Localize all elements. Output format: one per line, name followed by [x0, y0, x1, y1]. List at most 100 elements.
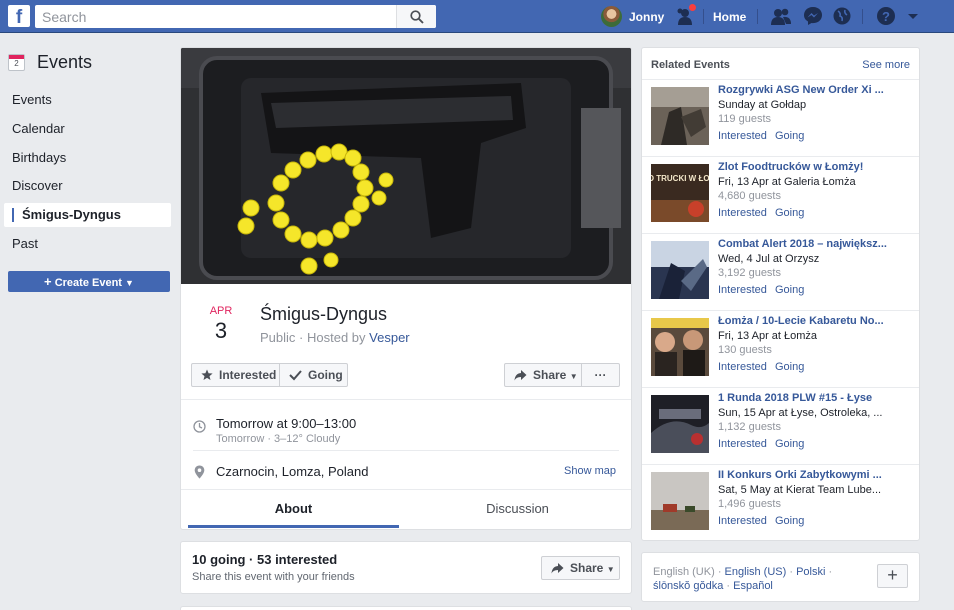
related-event[interactable]: Łomża / 10-Lecie Kabaretu No... Fri, 13 …	[642, 310, 919, 387]
related-event-when: Fri, 13 Apr at Galeria Łomża	[718, 176, 856, 188]
language-selector-card: English (UK) · English (US) · Polski · ś…	[641, 552, 920, 602]
event-thumbnail[interactable]: FOOD TRUCKI W ŁOMŻY!	[651, 164, 709, 222]
related-event[interactable]: Rozgrywki ASG New Order Xi ... Sunday at…	[642, 79, 919, 156]
language-link[interactable]: ślōnskŏ gŏdka	[653, 580, 723, 592]
attendance-subtitle: Share this event with your friends	[192, 571, 355, 583]
attendance-card: 10 going · 53 interested Share this even…	[180, 541, 632, 594]
event-title: Śmigus-Dyngus	[260, 304, 388, 324]
sidebar-item-birthdays[interactable]: Birthdays	[4, 146, 171, 170]
home-link[interactable]: Home	[713, 10, 746, 24]
related-interested-link[interactable]: Interested	[718, 284, 767, 296]
related-event[interactable]: 1 Runda 2018 PLW #15 - Łyse Sun, 15 Apr …	[642, 387, 919, 464]
calendar-icon: 2	[8, 54, 25, 71]
related-event-guests: 3,192 guests	[718, 267, 781, 279]
related-event[interactable]: FOOD TRUCKI W ŁOMŻY! Zlot Foodtrucków w …	[642, 156, 919, 233]
interested-button[interactable]: Interested	[191, 363, 280, 387]
related-going-link[interactable]: Going	[775, 361, 804, 373]
related-interested-link[interactable]: Interested	[718, 130, 767, 142]
create-event-button[interactable]: + Create Event ▼	[8, 271, 170, 292]
sidebar-item-current-event[interactable]: Śmigus-Dyngus	[4, 203, 171, 228]
related-events-title: Related Events	[651, 59, 730, 71]
related-interested-link[interactable]: Interested	[718, 207, 767, 219]
sidebar-item-calendar[interactable]: Calendar	[4, 117, 171, 141]
search-box	[35, 5, 436, 28]
facebook-logo[interactable]: f	[8, 5, 30, 27]
caret-down-icon: ▼	[569, 372, 578, 381]
tab-discussion[interactable]: Discussion	[407, 490, 628, 528]
share-event-button[interactable]: Share ▼	[541, 556, 620, 580]
event-thumbnail[interactable]	[651, 318, 709, 376]
related-interested-link[interactable]: Interested	[718, 515, 767, 527]
search-button[interactable]	[396, 5, 436, 28]
help-icon[interactable]: ?	[876, 6, 898, 27]
related-event-when: Fri, 13 Apr at Łomża	[718, 330, 818, 342]
going-button[interactable]: Going	[279, 363, 348, 387]
sidebar-item-past[interactable]: Past	[4, 232, 171, 256]
event-thumbnail[interactable]	[651, 87, 709, 145]
related-event-name[interactable]: Zlot Foodtrucków w Łomży!	[718, 161, 898, 173]
event-thumbnail[interactable]	[651, 241, 709, 299]
related-event-name[interactable]: II Konkurs Orki Zabytkowymi ...	[718, 469, 898, 481]
related-going-link[interactable]: Going	[775, 438, 804, 450]
related-event[interactable]: II Konkurs Orki Zabytkowymi ... Sat, 5 M…	[642, 464, 919, 541]
related-interested-link[interactable]: Interested	[718, 361, 767, 373]
event-weather: Tomorrow · 3–12° Cloudy	[216, 433, 341, 445]
caret-down-icon: ▼	[606, 565, 615, 574]
svg-text:FOOD TRUCKI W ŁOMŻY!: FOOD TRUCKI W ŁOMŻY!	[651, 174, 709, 183]
related-event-name[interactable]: Rozgrywki ASG New Order Xi ...	[718, 84, 898, 96]
language-link[interactable]: Polski	[796, 566, 825, 578]
related-event-when: Sunday at Gołdap	[718, 99, 807, 111]
related-event[interactable]: Combat Alert 2018 – największ... Wed, 4 …	[642, 233, 919, 310]
related-event-guests: 4,680 guests	[718, 190, 781, 202]
sidebar-item-events[interactable]: Events	[4, 88, 171, 112]
more-icon: ···	[594, 368, 607, 382]
divider	[181, 399, 631, 400]
notifications-globe-icon[interactable]	[831, 6, 853, 27]
related-event-name[interactable]: Łomża / 10-Lecie Kabaretu No...	[718, 315, 898, 327]
related-going-link[interactable]: Going	[775, 130, 804, 142]
related-interested-link[interactable]: Interested	[718, 438, 767, 450]
sidebar-title: Events	[37, 52, 93, 72]
user-name: Jonny	[629, 10, 665, 24]
share-arrow-icon	[514, 370, 527, 381]
plus-icon: +	[44, 274, 52, 289]
more-options-button[interactable]: ···	[581, 363, 620, 387]
star-icon	[201, 369, 213, 380]
clock-icon	[193, 420, 206, 433]
divider	[193, 450, 619, 451]
host-link[interactable]: Vesper	[369, 330, 409, 345]
messenger-icon[interactable]	[802, 6, 824, 27]
language-link[interactable]: Español	[733, 580, 773, 592]
related-event-guests: 1,132 guests	[718, 421, 781, 433]
check-icon	[289, 370, 302, 381]
event-cover-photo	[181, 48, 631, 284]
sidebar-nav: Events Calendar Birthdays Discover Śmigu…	[4, 88, 171, 261]
friend-requests-icon[interactable]	[770, 6, 792, 27]
language-link[interactable]: English (US)	[725, 566, 787, 578]
related-going-link[interactable]: Going	[775, 284, 804, 296]
show-map-link[interactable]: Show map	[564, 465, 616, 477]
see-more-link[interactable]: See more	[862, 59, 910, 71]
related-going-link[interactable]: Going	[775, 207, 804, 219]
event-thumbnail[interactable]	[651, 472, 709, 530]
event-host-line: Public · Hosted by Vesper	[260, 330, 410, 345]
related-event-when: Sat, 5 May at Kierat Team Lube...	[718, 484, 882, 496]
account-menu-chevron-icon[interactable]	[905, 6, 927, 27]
related-going-link[interactable]: Going	[775, 515, 804, 527]
search-input[interactable]	[35, 5, 395, 28]
svg-text:?: ?	[882, 9, 890, 24]
tab-about[interactable]: About	[188, 490, 399, 528]
share-button[interactable]: Share ▼	[504, 363, 582, 387]
related-event-name[interactable]: 1 Runda 2018 PLW #15 - Łyse	[718, 392, 898, 404]
find-friends-icon[interactable]	[676, 3, 698, 27]
event-time: Tomorrow at 9:00–13:00	[216, 416, 357, 431]
caret-down-icon: ▼	[125, 278, 134, 288]
language-list: English (UK) · English (US) · Polski · ś…	[653, 566, 833, 592]
attendance-summary: 10 going · 53 interested	[192, 552, 338, 567]
notification-dot	[688, 3, 697, 12]
sidebar-item-discover[interactable]: Discover	[4, 174, 171, 198]
more-languages-button[interactable]: +	[877, 564, 908, 588]
event-thumbnail[interactable]	[651, 395, 709, 453]
related-event-name[interactable]: Combat Alert 2018 – największ...	[718, 238, 898, 250]
event-date: APR 3	[201, 305, 241, 344]
